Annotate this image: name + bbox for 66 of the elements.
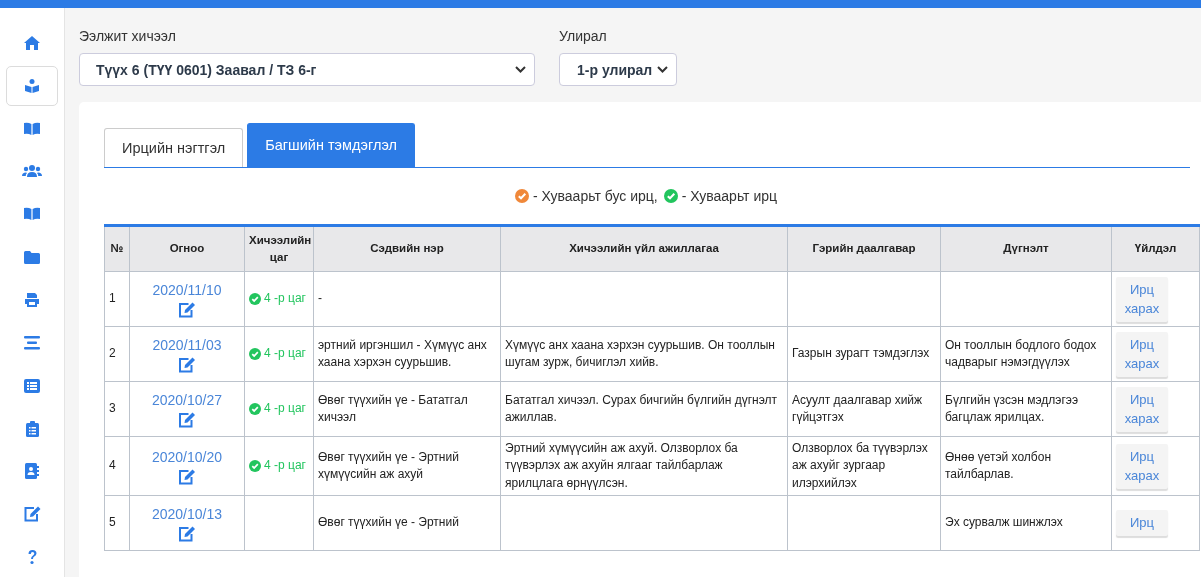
column-header: Огноо <box>129 225 245 272</box>
lesson-hour-text: 4 -р цаг <box>264 400 306 418</box>
reader-icon <box>24 77 40 94</box>
sidebar-item[interactable] <box>6 65 58 106</box>
field-label: Ээлжит хичээл <box>79 28 177 44</box>
table-cell-text: Бүлгийн үзсэн мэдлэгээ багцлаж ярилцах. <box>945 392 1079 424</box>
table-cell: 5 <box>104 495 130 551</box>
chevron-down-icon <box>515 66 526 73</box>
column-header: Гэрийн даалгавар <box>787 225 941 272</box>
home-icon <box>23 34 41 51</box>
legend-text: - Хуваарьт бус ирц, <box>532 188 658 204</box>
lesson-hour-text: 4 -р цаг <box>264 457 306 475</box>
table-cell-text: - <box>318 291 322 306</box>
view-attendance-button[interactable]: Ирц харах <box>1116 331 1168 377</box>
column-header: Хичээлийн үйл ажиллагаа <box>500 225 788 272</box>
column-header: Дүгнэлт <box>940 225 1112 272</box>
tab[interactable]: Багшийн тэмдэглэл <box>247 123 415 167</box>
edit-icon[interactable] <box>178 357 196 374</box>
table-cell: 1 <box>104 271 130 327</box>
printer-icon <box>24 292 40 308</box>
tab[interactable]: Ирцийн нэгтгэл <box>104 128 244 167</box>
table-cell-text: Олзворлох ба түүвэрлэх аж ахуйг зургаар илэрхийлэх <box>792 441 928 490</box>
dropdown-field[interactable]: Түүх 6 (ТҮҮ 0601) Заавал / ТЗ 6-г <box>79 53 535 86</box>
chevron-down-icon <box>657 66 668 73</box>
view-attendance-button[interactable]: Ирц харах <box>1116 386 1168 432</box>
list-icon <box>24 378 40 393</box>
table-cell-text: Өвөг түүхийн үе - Бататгал хичээл <box>318 392 468 424</box>
column-header: Сэдвийн нэр <box>313 225 501 272</box>
view-attendance-button[interactable]: Ирц харах <box>1116 276 1168 322</box>
column-header: № <box>104 225 130 272</box>
table-cell-text: Газрын зурагт тэмдэглэх <box>792 346 930 361</box>
edit-icon[interactable] <box>178 469 196 486</box>
edit-icon[interactable] <box>178 302 196 319</box>
table-cell-text: Бататгал хичээл. Сурах бичгийн бүлгийн дүгнэлт ажиллав. <box>505 392 778 424</box>
table-cell-text: Эх сурвалж шинжлэх <box>945 515 1063 530</box>
contact-card-icon <box>25 463 39 480</box>
field-label: Улирал <box>559 28 608 44</box>
book-icon <box>23 207 41 222</box>
folder-icon <box>24 250 40 264</box>
edit-icon[interactable] <box>178 526 196 543</box>
table-cell-text: эртний иргэншил - Хүмүүс анх хаана хэрхэн суурьшив. <box>318 337 487 369</box>
view-attendance-button[interactable]: Ирц <box>1116 510 1168 536</box>
table-cell-text: Өнөө үетэй холбон тайлбарлав. <box>945 449 1052 482</box>
help-icon <box>26 549 38 566</box>
table-cell-text: Өвөг түүхийн үе - Эртний хүмүүсийн аж ахуй <box>318 449 459 482</box>
table-cell-text: Эртний хүмүүсийн аж ахуй. Олзворлох ба түүвэрлэх аж ахуйн ялгааг тайлбарлаж ярилцлага өрнүүлсэн. <box>505 441 738 490</box>
table-cell: 4 <box>104 436 130 496</box>
book-icon <box>23 121 41 136</box>
table-cell-text: Он тооллын бодлого бодох чадварыг нэмэгдүүлэх <box>945 337 1097 369</box>
lesson-hour-text: 4 -р цаг <box>264 345 306 363</box>
table-cell-text: Өвөг түүхийн үе - Эртний <box>318 515 459 530</box>
table-cell-text: Асуулт даалгавар хийж гүйцэтгэх <box>792 392 923 424</box>
edit-icon <box>23 506 41 523</box>
column-header: Хичээлийн цаг <box>244 225 314 272</box>
legend-text: - Хуваарьт ирц <box>681 188 777 204</box>
column-header: Үйлдэл <box>1111 225 1200 272</box>
view-attendance-button[interactable]: Ирц харах <box>1116 443 1168 489</box>
table-cell-text: Хүмүүс анх хаана хэрхэн суурьшив. Он тооллын шугам зурж, бичиглэл хийв. <box>505 337 775 369</box>
table-cell: 2 <box>104 326 130 382</box>
clipboard-icon <box>25 420 39 437</box>
edit-icon[interactable] <box>178 412 196 429</box>
lesson-hour-text: 4 -р цаг <box>264 290 306 308</box>
align-center-icon <box>24 335 40 350</box>
users-icon <box>22 164 42 179</box>
dropdown-field[interactable]: 1-р улирал <box>559 53 677 86</box>
table-cell: 3 <box>104 381 130 437</box>
